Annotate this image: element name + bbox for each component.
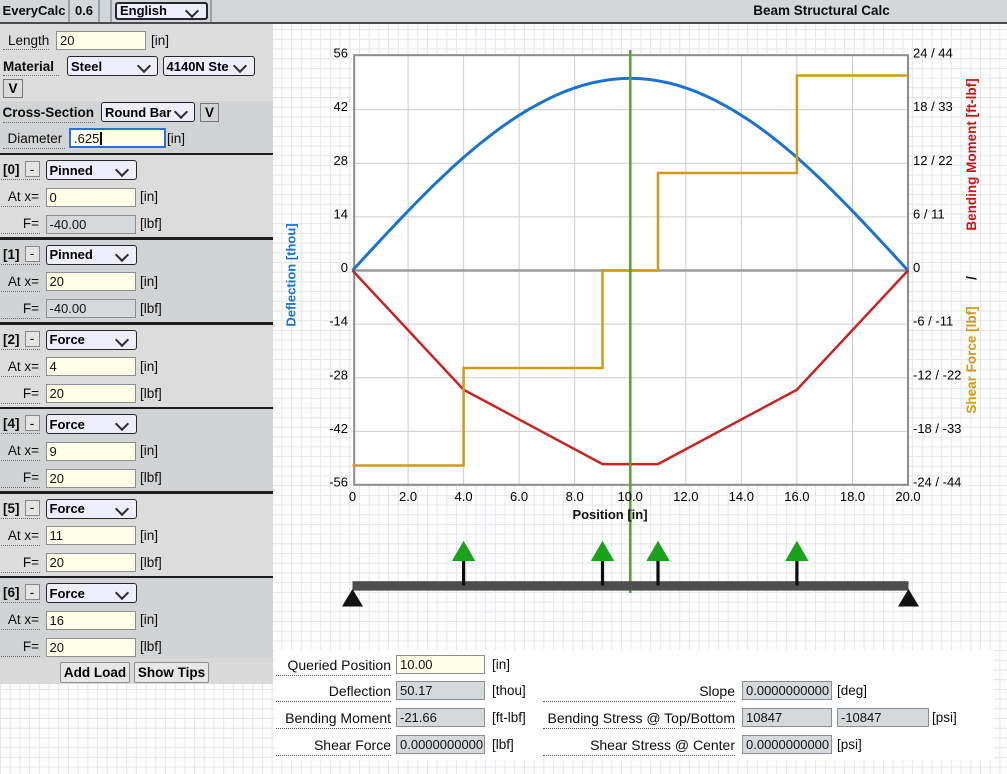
svg-text:Position [in]: Position [in]: [572, 507, 647, 522]
svg-text:18 / 33: 18 / 33: [913, 99, 953, 114]
svg-text:0: 0: [913, 260, 920, 275]
svg-text:10.0: 10.0: [618, 489, 643, 504]
svg-text:Deflection [thou]: Deflection [thou]: [284, 223, 299, 326]
svg-text:28: 28: [334, 153, 348, 168]
svg-text:-56: -56: [329, 475, 348, 490]
svg-text:/: /: [964, 276, 979, 280]
svg-text:12 / 22: 12 / 22: [913, 153, 953, 168]
svg-text:-24 / -44: -24 / -44: [913, 475, 961, 490]
svg-text:-12 / -22: -12 / -22: [913, 367, 961, 382]
svg-text:4.0: 4.0: [455, 489, 473, 504]
svg-text:0: 0: [349, 489, 356, 504]
svg-text:-28: -28: [329, 367, 348, 382]
svg-text:0: 0: [341, 260, 348, 275]
svg-text:2.0: 2.0: [399, 489, 417, 504]
svg-text:-6 / -11: -6 / -11: [913, 314, 953, 329]
svg-text:Shear Force [lbf]: Shear Force [lbf]: [964, 306, 979, 413]
svg-text:Bending Moment [ft-lbf]: Bending Moment [ft-lbf]: [964, 78, 979, 230]
svg-text:56: 56: [334, 46, 348, 61]
svg-text:16.0: 16.0: [784, 489, 809, 504]
svg-text:18.0: 18.0: [840, 489, 865, 504]
svg-text:-14: -14: [329, 314, 348, 329]
svg-text:14: 14: [334, 207, 348, 222]
svg-text:-18 / -33: -18 / -33: [913, 421, 961, 436]
svg-text:24 / 44: 24 / 44: [913, 46, 953, 61]
svg-text:-42: -42: [329, 421, 348, 436]
svg-text:8.0: 8.0: [566, 489, 584, 504]
svg-text:42: 42: [334, 99, 348, 114]
svg-text:20.0: 20.0: [895, 489, 920, 504]
svg-text:14.0: 14.0: [729, 489, 754, 504]
svg-text:6 / 11: 6 / 11: [913, 207, 945, 222]
svg-text:6.0: 6.0: [510, 489, 528, 504]
svg-text:12.0: 12.0: [673, 489, 698, 504]
